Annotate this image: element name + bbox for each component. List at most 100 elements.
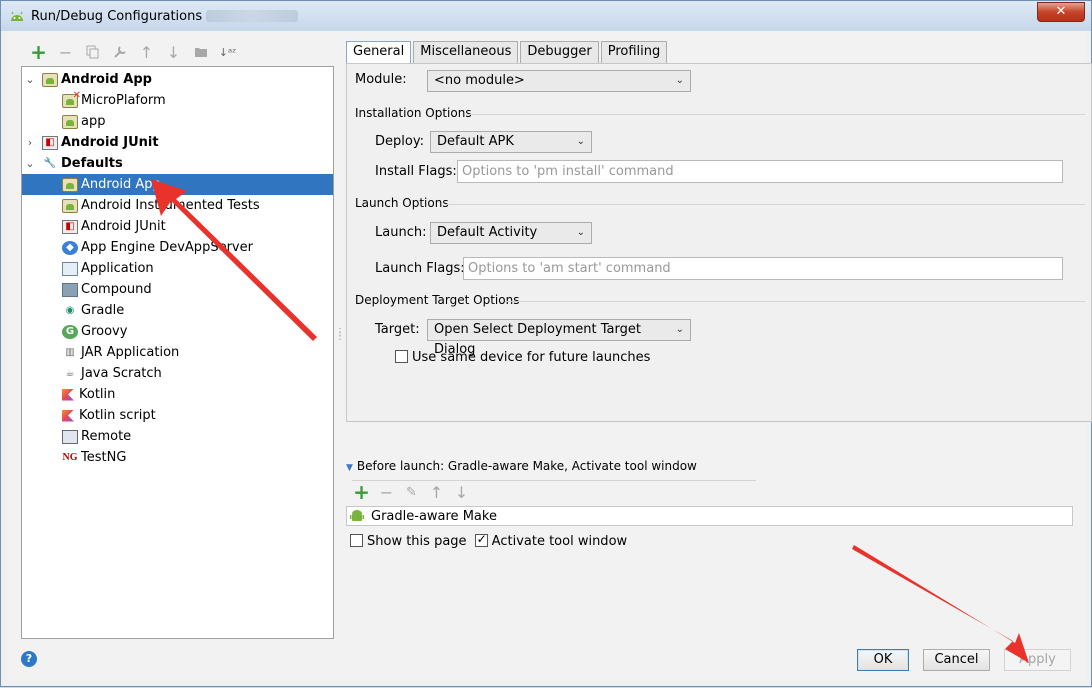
same-device-option[interactable]: Use same device for future launches xyxy=(395,350,650,365)
before-launch-title: Before launch: Gradle-aware Make, Activa… xyxy=(356,459,697,473)
tab-general[interactable]: General xyxy=(346,41,412,63)
tree-item-defaults-android-app[interactable]: Android App xyxy=(22,174,333,195)
tree-item-android-junit[interactable]: › ◧ Android JUnit xyxy=(22,132,333,153)
install-flags-input[interactable]: Options to 'pm install' command xyxy=(457,160,1063,183)
chevron-right-icon[interactable]: › xyxy=(24,136,36,149)
show-this-page-option[interactable]: Show this page xyxy=(350,534,467,549)
launch-options-section: Launch Options xyxy=(355,196,1085,210)
android-icon xyxy=(62,177,78,192)
tab-profiling[interactable]: Profiling xyxy=(600,41,668,63)
same-device-checkbox[interactable] xyxy=(395,350,408,363)
plus-icon[interactable]: + xyxy=(349,480,374,504)
tree-item-microplaform[interactable]: MicroPlaform xyxy=(22,90,333,111)
tree-item-kotlin[interactable]: Kotlin xyxy=(22,384,333,405)
dialog-content: + − ↑ ↓ ↓ᵃᶻ ⌄ Android App ✕ MicroPlaform… xyxy=(7,31,1092,680)
tree-item-java-scratch[interactable]: ☕ Java Scratch xyxy=(22,363,333,384)
minus-icon[interactable]: − xyxy=(52,42,79,62)
tree-item-label: Android App xyxy=(81,177,161,192)
tree-item-testng[interactable]: NG TestNG xyxy=(22,447,333,468)
arrow-down-icon[interactable]: ↓ xyxy=(160,42,187,62)
triangle-down-icon: ▼ xyxy=(346,463,353,473)
config-tabs: General Miscellaneous Debugger Profiling xyxy=(346,41,669,63)
android-icon xyxy=(42,72,58,87)
show-this-page-checkbox[interactable] xyxy=(350,534,363,547)
help-icon[interactable]: ? xyxy=(21,651,37,667)
tree-item-remote[interactable]: Remote xyxy=(22,426,333,447)
minus-icon[interactable]: − xyxy=(374,482,399,502)
deploy-dropdown[interactable]: Default APK ⌄ xyxy=(430,131,592,153)
chevron-down-icon[interactable]: ⌄ xyxy=(24,157,36,170)
tree-item-label: Compound xyxy=(81,282,152,297)
tree-item-label: app xyxy=(81,114,106,129)
general-panel: Module: <no module> ⌄ Installation Optio… xyxy=(346,63,1092,422)
android-studio-icon xyxy=(9,9,25,23)
kotlin-icon xyxy=(62,409,74,422)
chevron-down-icon: ⌄ xyxy=(576,136,585,147)
arrow-up-icon[interactable]: ↑ xyxy=(133,42,160,62)
tree-item-android-instrumented-tests[interactable]: Android Instrumented Tests xyxy=(22,195,333,216)
application-icon xyxy=(62,261,78,276)
tree-item-kotlin-script[interactable]: Kotlin script xyxy=(22,405,333,426)
launch-flags-input[interactable]: Options to 'am start' command xyxy=(463,257,1063,280)
chevron-down-icon[interactable]: ⌄ xyxy=(24,73,36,86)
tree-item-app-engine[interactable]: ◆ App Engine DevAppServer xyxy=(22,237,333,258)
tree-item-defaults-android-junit[interactable]: ◧ Android JUnit xyxy=(22,216,333,237)
launch-flags-label: Launch Flags: xyxy=(375,261,465,276)
launch-dropdown[interactable]: Default Activity ⌄ xyxy=(430,222,592,244)
sort-az-icon[interactable]: ↓ᵃᶻ xyxy=(214,42,241,62)
chevron-down-icon: ⌄ xyxy=(675,324,684,335)
module-dropdown[interactable]: <no module> ⌄ xyxy=(427,70,691,92)
before-launch-task[interactable]: Gradle-aware Make xyxy=(346,506,1073,526)
folder-icon[interactable] xyxy=(187,42,214,62)
activate-tool-window-label: Activate tool window xyxy=(491,534,628,549)
tree-item-label: Java Scratch xyxy=(81,366,162,381)
launch-label: Launch: xyxy=(375,225,427,240)
compound-icon xyxy=(62,282,78,297)
window-title: Run/Debug Configurations xyxy=(31,8,203,24)
pencil-icon[interactable]: ✎ xyxy=(399,482,424,502)
copy-icon[interactable] xyxy=(79,42,106,62)
chevron-down-icon: ⌄ xyxy=(675,75,684,86)
tree-item-groovy[interactable]: G Groovy xyxy=(22,321,333,342)
remote-icon xyxy=(62,429,78,444)
tree-item-defaults[interactable]: ⌄ 🔧 Defaults xyxy=(22,153,333,174)
activate-tool-window-checkbox[interactable] xyxy=(474,532,488,547)
section-title: Deployment Target Options xyxy=(355,293,520,307)
arrow-down-icon[interactable]: ↓ xyxy=(449,482,474,502)
tree-item-compound[interactable]: Compound xyxy=(22,279,333,300)
appengine-icon: ◆ xyxy=(62,240,78,255)
run-debug-configurations-window: Run/Debug Configurations ✕ + − ↑ ↓ ↓ᵃᶻ ⌄ xyxy=(0,0,1092,687)
activate-tool-window-option[interactable]: Activate tool window xyxy=(474,532,628,549)
target-dropdown[interactable]: Open Select Deployment Target Dialog ⌄ xyxy=(427,319,691,357)
arrow-up-icon[interactable]: ↑ xyxy=(424,482,449,502)
tree-item-application[interactable]: Application xyxy=(22,258,333,279)
kotlin-icon xyxy=(62,388,74,401)
tree-item-label: Groovy xyxy=(81,324,128,339)
show-this-page-label: Show this page xyxy=(367,534,467,549)
tree-item-label: Android JUnit xyxy=(61,135,159,150)
apply-button[interactable]: Apply xyxy=(1004,649,1071,671)
plus-icon[interactable]: + xyxy=(25,40,52,64)
cancel-button[interactable]: Cancel xyxy=(923,649,990,671)
junit-icon: ◧ xyxy=(62,219,78,234)
tree-item-app[interactable]: app xyxy=(22,111,333,132)
tree-item-android-app[interactable]: ⌄ Android App xyxy=(22,69,333,90)
configuration-tree[interactable]: ⌄ Android App MicroPlaform app › ◧ Andro… xyxy=(21,66,334,639)
splitter-handle[interactable]: ⋮ ⋮ xyxy=(335,328,345,342)
tree-item-gradle[interactable]: ◉ Gradle xyxy=(22,300,333,321)
chevron-down-icon: ⌄ xyxy=(576,227,585,238)
before-launch-options: Show this page Activate tool window xyxy=(350,532,628,549)
ok-button[interactable]: OK xyxy=(857,649,909,671)
tree-item-label: TestNG xyxy=(81,450,127,465)
tree-item-jar-application[interactable]: ▥ JAR Application xyxy=(22,342,333,363)
tree-item-label: MicroPlaform xyxy=(81,93,166,108)
close-button[interactable]: ✕ xyxy=(1037,2,1085,22)
same-device-label: Use same device for future launches xyxy=(412,350,651,365)
tab-debugger[interactable]: Debugger xyxy=(520,41,599,63)
tab-miscellaneous[interactable]: Miscellaneous xyxy=(413,41,519,63)
wrench-icon[interactable] xyxy=(106,42,133,62)
jar-icon: ▥ xyxy=(65,347,75,358)
section-title: Installation Options xyxy=(355,106,472,120)
testng-icon: NG xyxy=(62,452,78,463)
module-value: <no module> xyxy=(434,73,525,88)
